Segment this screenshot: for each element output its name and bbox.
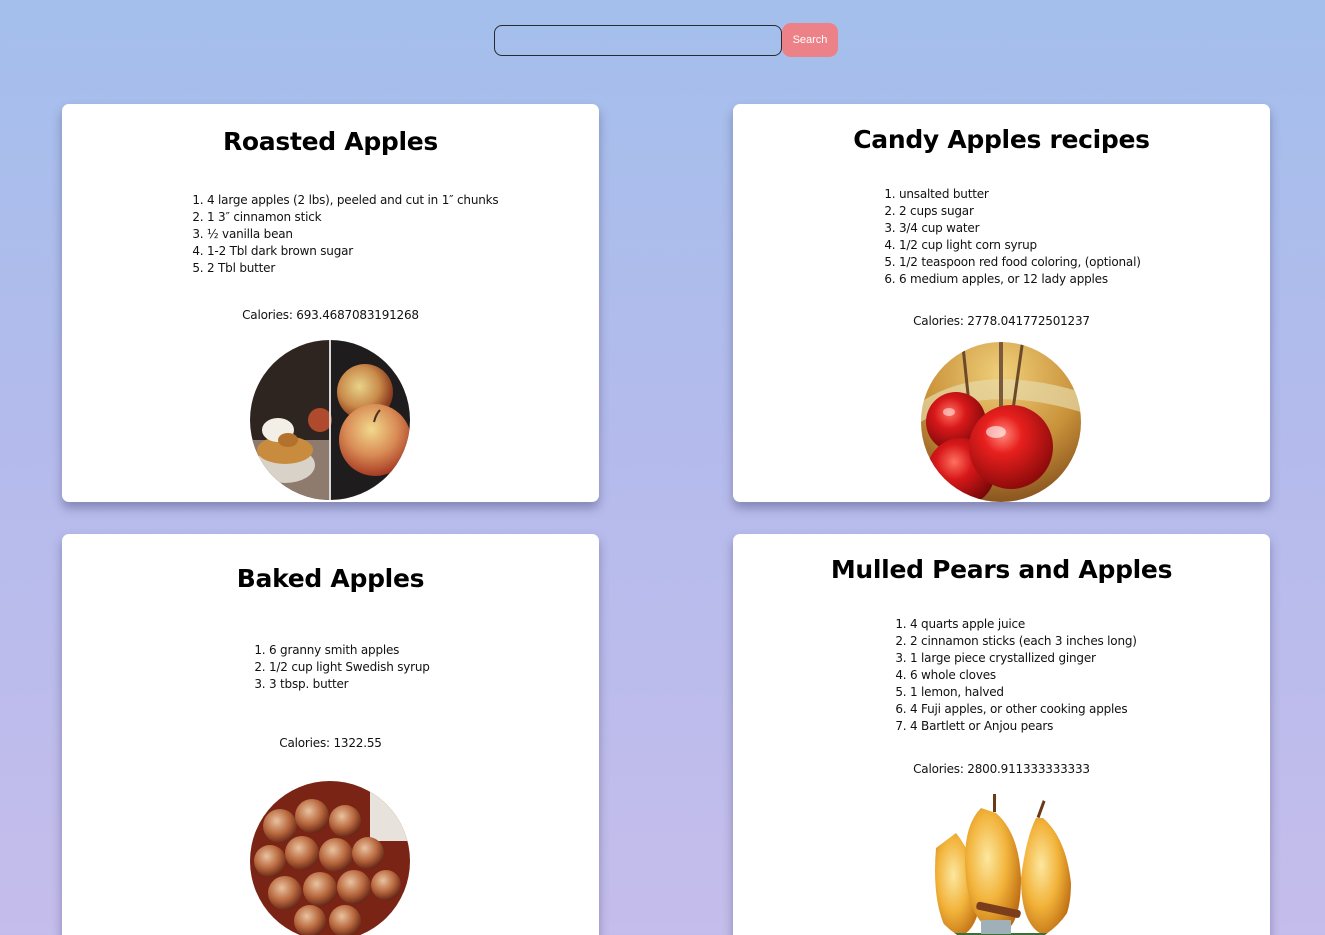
candy-apples-photo-icon: [921, 342, 1081, 502]
ingredient-list: 6 granny smith apples 1/2 cup light Swed…: [255, 642, 430, 693]
calories-label: Calories: 1322.55: [279, 736, 382, 750]
ingredient-item: 1 large piece crystallized ginger: [910, 650, 1137, 667]
ingredient-item: 6 whole cloves: [910, 667, 1137, 684]
recipe-card-baked-apples: Baked Apples 6 granny smith apples 1/2 c…: [62, 534, 599, 935]
ingredient-item: 1/2 teaspoon red food coloring, (optiona…: [899, 254, 1141, 271]
ingredient-item: 4 Bartlett or Anjou pears: [910, 718, 1137, 735]
search-bar: Search: [494, 23, 838, 57]
calories-label: Calories: 2778.041772501237: [913, 314, 1090, 328]
recipe-card-candy-apples: Candy Apples recipes unsalted butter 2 c…: [733, 104, 1270, 502]
ingredient-list: 4 large apples (2 lbs), peeled and cut i…: [193, 192, 499, 277]
ingredient-list: 4 quarts apple juice 2 cinnamon sticks (…: [896, 616, 1137, 735]
ingredient-list: unsalted butter 2 cups sugar 3/4 cup wat…: [885, 186, 1141, 288]
ingredient-item: 4 Fuji apples, or other cooking apples: [910, 701, 1137, 718]
ingredient-item: 3 tbsp. butter: [269, 676, 430, 693]
ingredient-item: 6 granny smith apples: [269, 642, 430, 659]
mulled-pears-image: [921, 788, 1081, 935]
baked-apples-image: [250, 781, 410, 935]
ingredient-item: ½ vanilla bean: [207, 226, 498, 243]
recipe-card-roasted-apples: Roasted Apples 4 large apples (2 lbs), p…: [62, 104, 599, 502]
recipe-title: Candy Apples recipes: [853, 125, 1150, 154]
ingredient-item: unsalted butter: [899, 186, 1141, 203]
ingredient-item: 1 lemon, halved: [910, 684, 1137, 701]
candy-apples-image: [921, 342, 1081, 502]
ingredient-item: 4 large apples (2 lbs), peeled and cut i…: [207, 192, 499, 209]
search-input[interactable]: [494, 24, 782, 56]
search-button[interactable]: Search: [782, 23, 838, 57]
ingredient-item: 2 Tbl butter: [207, 260, 498, 277]
ingredient-item: 2 cinnamon sticks (each 3 inches long): [910, 633, 1137, 650]
ingredient-item: 2 cups sugar: [899, 203, 1141, 220]
ingredient-item: 1/2 cup light Swedish syrup: [269, 659, 430, 676]
ingredient-item: 3/4 cup water: [899, 220, 1141, 237]
recipe-title: Baked Apples: [236, 564, 425, 593]
ingredient-item: 1-2 Tbl dark brown sugar: [207, 243, 498, 260]
calories-label: Calories: 2800.911333333333: [913, 762, 1090, 776]
roasted-apples-photo-icon: [250, 340, 410, 500]
recipe-title: Mulled Pears and Apples: [830, 555, 1173, 584]
calories-label: Calories: 693.4687083191268: [242, 308, 419, 322]
ingredient-item: 1 3″ cinnamon stick: [207, 209, 498, 226]
recipe-card-mulled-pears: Mulled Pears and Apples 4 quarts apple j…: [733, 534, 1270, 935]
roasted-apples-image: [250, 340, 410, 500]
mulled-pears-photo-icon: [921, 788, 1081, 935]
ingredient-item: 6 medium apples, or 12 lady apples: [899, 271, 1141, 288]
ingredient-item: 1/2 cup light corn syrup: [899, 237, 1141, 254]
recipe-title: Roasted Apples: [222, 127, 439, 156]
ingredient-item: 4 quarts apple juice: [910, 616, 1137, 633]
baked-apples-photo-icon: [250, 781, 410, 935]
